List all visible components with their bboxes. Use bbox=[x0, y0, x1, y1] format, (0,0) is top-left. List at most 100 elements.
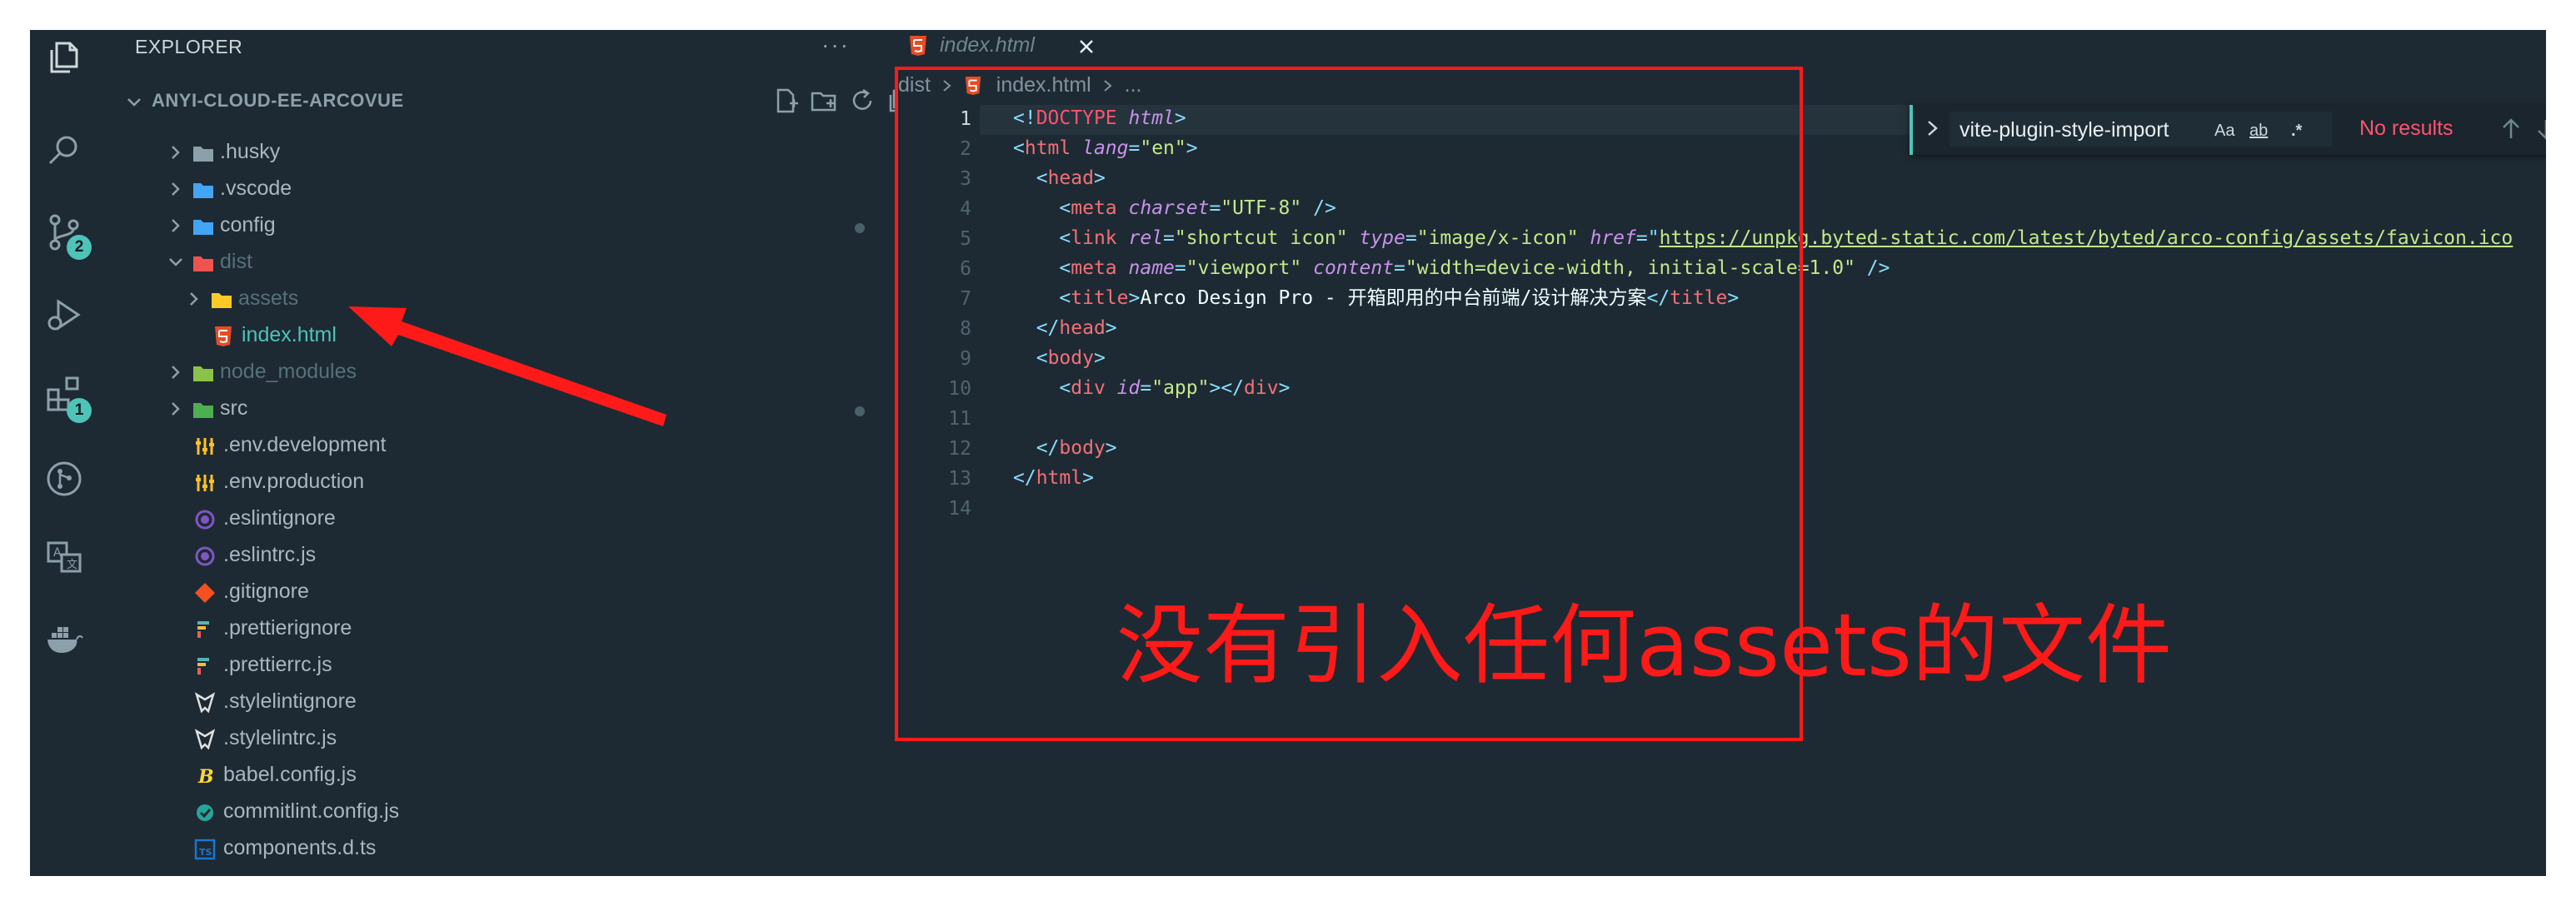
workspace-root[interactable]: ANYI-CLOUD-EE-ARCOVUE bbox=[113, 85, 912, 118]
tree-item-label: .env.production bbox=[223, 470, 365, 493]
tree-item[interactable]: .prettierrc.js bbox=[97, 648, 871, 684]
chevron-down-icon bbox=[169, 258, 182, 266]
tree-item-label: .eslintignore bbox=[223, 506, 336, 530]
prettier-file-icon bbox=[197, 658, 209, 675]
tree-item-label: .eslintrc.js bbox=[223, 543, 317, 566]
find-input[interactable]: vite-plugin-style-import Aa ab .* bbox=[1949, 112, 2333, 147]
tree-item[interactable]: .eslintignore bbox=[97, 501, 871, 538]
tree-item[interactable]: .gitignore bbox=[97, 575, 871, 611]
tree-item[interactable]: .eslintrc.js bbox=[97, 538, 871, 575]
svg-text:TS: TS bbox=[199, 847, 212, 858]
find-input-value: vite-plugin-style-import bbox=[1959, 118, 2169, 142]
docker-icon[interactable] bbox=[45, 620, 83, 658]
extensions-icon[interactable]: 1 bbox=[45, 375, 92, 423]
chevron-right-icon bbox=[172, 146, 180, 159]
tree-item[interactable]: .stylelintrc.js bbox=[97, 721, 871, 758]
tree-item-label: .gitignore bbox=[223, 580, 309, 603]
tree-item-label: .stylelintrc.js bbox=[223, 726, 337, 749]
tree-item[interactable]: .env.production bbox=[97, 465, 871, 501]
tree-item-label: node_modules bbox=[220, 360, 357, 383]
babel-file-icon: B bbox=[197, 766, 214, 788]
tree-item-label: babel.config.js bbox=[223, 763, 357, 786]
tree-item[interactable]: assets bbox=[97, 281, 871, 318]
explorer-icon[interactable] bbox=[45, 38, 83, 77]
folder-icon bbox=[193, 256, 213, 271]
svg-text:A: A bbox=[53, 546, 62, 560]
tree-item-label: dist bbox=[220, 250, 252, 273]
previous-match-arrow-up-icon[interactable] bbox=[2499, 117, 2523, 142]
tree-item-label: .stylelintignore bbox=[223, 689, 357, 713]
env-file-icon bbox=[196, 475, 214, 491]
tree-item-label: .prettierrc.js bbox=[223, 653, 332, 676]
tree-item-label: .prettierignore bbox=[223, 616, 352, 640]
svg-text:文: 文 bbox=[67, 559, 77, 571]
tree-item[interactable]: commitlint.config.js bbox=[97, 794, 871, 831]
new-folder-icon[interactable] bbox=[810, 87, 838, 115]
chevron-right-icon bbox=[172, 402, 180, 416]
search-icon[interactable] bbox=[45, 132, 83, 170]
next-match-arrow-down-icon[interactable] bbox=[2534, 117, 2546, 142]
chevron-right-icon bbox=[172, 366, 180, 379]
new-file-icon[interactable] bbox=[771, 87, 800, 115]
tab-label: index.html bbox=[940, 33, 1035, 57]
editor-tab-index-html[interactable]: index.html bbox=[896, 30, 1093, 63]
modified-indicator-dot bbox=[855, 223, 865, 233]
tree-item[interactable]: Bbabel.config.js bbox=[97, 758, 871, 794]
tree-item-label: .env.development bbox=[223, 433, 387, 456]
translate-icon[interactable]: A文 bbox=[45, 538, 83, 576]
tree-item[interactable]: .prettierignore bbox=[97, 611, 871, 648]
tree-item[interactable]: .env.development bbox=[97, 428, 871, 465]
source-control-icon[interactable]: 2 bbox=[45, 213, 92, 260]
commitlint-file-icon bbox=[197, 804, 213, 821]
tree-item[interactable]: .husky bbox=[97, 135, 871, 172]
tree-item[interactable]: .stylelintignore bbox=[97, 684, 871, 721]
tree-item-label: commitlint.config.js bbox=[223, 799, 400, 823]
chevron-right-icon bbox=[190, 292, 198, 306]
toggle-replace-chevron-icon[interactable] bbox=[1925, 118, 1941, 138]
stylelint-file-icon bbox=[194, 692, 216, 714]
chevron-right-icon bbox=[172, 182, 180, 196]
find-result-count: No results bbox=[2359, 117, 2454, 140]
env-file-icon bbox=[196, 438, 214, 455]
find-widget: vite-plugin-style-import Aa ab .* No res… bbox=[1910, 105, 2546, 155]
git-graph-icon[interactable] bbox=[45, 460, 83, 498]
tree-item-label: assets bbox=[238, 286, 299, 310]
folder-icon bbox=[193, 147, 213, 162]
tree-item-label: index.html bbox=[223, 873, 318, 876]
tree-item[interactable]: node_modules bbox=[97, 355, 871, 391]
match-whole-word-toggle[interactable]: ab bbox=[2249, 122, 2268, 141]
tree-item[interactable]: index.html bbox=[97, 868, 871, 876]
annotation-text: 没有引入任何assets的文件 bbox=[1116, 595, 2173, 696]
folder-icon bbox=[212, 293, 232, 308]
extensions-badge: 1 bbox=[67, 398, 92, 423]
tree-item-label: src bbox=[220, 396, 248, 420]
tree-item-label: config bbox=[220, 213, 276, 236]
tree-item-label: .vscode bbox=[220, 177, 292, 200]
tree-item[interactable]: src bbox=[97, 391, 871, 428]
folder-icon bbox=[193, 366, 213, 381]
tree-item[interactable]: config bbox=[97, 208, 871, 245]
explorer-sidebar: EXPLORER ··· ANYI-CLOUD-EE-ARCOVUE .husk… bbox=[97, 30, 912, 876]
tree-item[interactable]: index.html bbox=[97, 318, 871, 355]
svg-text:B: B bbox=[197, 766, 214, 788]
scm-badge: 2 bbox=[67, 235, 92, 260]
match-case-toggle[interactable]: Aa bbox=[2214, 122, 2234, 141]
tree-item[interactable]: dist bbox=[97, 245, 871, 281]
folder-icon bbox=[193, 403, 213, 418]
use-regex-toggle[interactable]: .* bbox=[2291, 122, 2302, 141]
modified-indicator-dot bbox=[855, 406, 865, 416]
refresh-icon[interactable] bbox=[848, 87, 876, 115]
tree-item-label: .husky bbox=[220, 140, 281, 163]
run-debug-icon[interactable] bbox=[45, 296, 83, 335]
tree-item[interactable]: .vscode bbox=[97, 172, 871, 208]
more-actions-icon[interactable]: ··· bbox=[821, 32, 850, 58]
chevron-right-icon bbox=[172, 219, 180, 232]
html-file-icon bbox=[193, 874, 217, 876]
close-icon[interactable] bbox=[1078, 38, 1095, 55]
ts-file-icon: TS bbox=[194, 839, 216, 860]
eslint-file-icon bbox=[195, 510, 215, 530]
prettier-file-icon bbox=[197, 621, 209, 638]
html-file-icon bbox=[215, 326, 232, 346]
tree-item[interactable]: TS components.d.ts bbox=[97, 831, 871, 868]
folder-icon bbox=[193, 220, 213, 235]
